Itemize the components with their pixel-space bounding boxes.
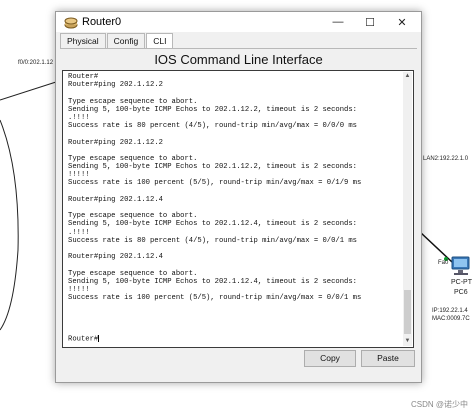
tab-config[interactable]: Config — [106, 33, 146, 48]
console-line: Type escape sequence to abort. — [68, 97, 198, 106]
interface-label: f0/0:202.1.12 — [18, 60, 54, 66]
console-line: !!!!! — [68, 171, 90, 180]
console-line: Router#ping 202.1.12.4 — [68, 195, 163, 204]
console-line: Success rate is 80 percent (4/5), round-… — [68, 236, 357, 245]
tab-divider — [60, 48, 417, 49]
cli-console[interactable]: Router# Router#ping 202.1.12.2 Type escape… — [62, 70, 414, 348]
console-line: Router#ping 202.1.12.2 — [68, 81, 163, 90]
console-line: Router# — [68, 73, 99, 81]
console-line: Router#ping 202.1.12.2 — [68, 138, 163, 147]
pc-icon[interactable] — [450, 256, 472, 276]
page-title: IOS Command Line Interface — [154, 52, 323, 67]
paste-button[interactable]: Paste — [361, 350, 415, 367]
pc-ip-label: IP:192.22.1.4 — [432, 308, 468, 314]
console-line: Type escape sequence to abort. — [68, 154, 198, 163]
router-window: Router0 — ☐ ✕ Physical Config CLI IOS Co… — [55, 11, 422, 383]
port-label: Fa0 — [438, 260, 449, 266]
maximize-button[interactable]: ☐ — [354, 12, 386, 32]
lan-label: LAN2:192.22.1.0 — [423, 156, 469, 162]
pc-type-label: PC-PT — [451, 279, 472, 286]
title-bar[interactable]: Router0 — ☐ ✕ — [56, 12, 421, 32]
console-line: Success rate is 100 percent (5/5), round… — [68, 179, 362, 188]
console-scrollbar[interactable]: ▲ ▼ — [403, 72, 412, 346]
minimize-button[interactable]: — — [322, 12, 354, 32]
console-line: Router# — [68, 335, 100, 344]
console-line: Success rate is 100 percent (5/5), round… — [68, 294, 362, 303]
scroll-down-icon[interactable]: ▼ — [403, 337, 412, 346]
console-output[interactable]: Router# Router#ping 202.1.12.2 Type escape… — [68, 73, 398, 345]
console-line: Type escape sequence to abort. — [68, 212, 198, 221]
tab-bar: Physical Config CLI — [60, 33, 174, 49]
console-line: Success rate is 80 percent (4/5), round-… — [68, 122, 357, 131]
text-cursor — [98, 335, 100, 342]
close-button[interactable]: ✕ — [386, 12, 418, 32]
watermark: CSDN @诺少中 — [410, 400, 468, 409]
console-line: Sending 5, 100-byte ICMP Echos to 202.1.… — [68, 220, 357, 229]
console-line: Type escape sequence to abort. — [68, 269, 198, 278]
pc-mac-label: MAC:0009.7C — [432, 316, 470, 322]
copy-button[interactable]: Copy — [304, 350, 356, 367]
console-line: Sending 5, 100-byte ICMP Echos to 202.1.… — [68, 277, 357, 286]
pc-name-label: PC6 — [454, 289, 468, 296]
tab-physical[interactable]: Physical — [60, 33, 106, 48]
window-title: Router0 — [82, 16, 122, 28]
console-line: !!!!! — [68, 285, 90, 294]
tab-cli[interactable]: CLI — [146, 33, 174, 48]
router-icon — [64, 16, 78, 29]
console-line: Router#ping 202.1.12.4 — [68, 253, 163, 262]
scroll-up-icon[interactable]: ▲ — [403, 72, 412, 81]
console-line: Sending 5, 100-byte ICMP Echos to 202.1.… — [68, 163, 357, 172]
console-line: .!!!! — [68, 113, 90, 122]
console-line: .!!!! — [68, 228, 90, 237]
scroll-thumb[interactable] — [404, 290, 411, 334]
console-line: Sending 5, 100-byte ICMP Echos to 202.1.… — [68, 105, 357, 114]
